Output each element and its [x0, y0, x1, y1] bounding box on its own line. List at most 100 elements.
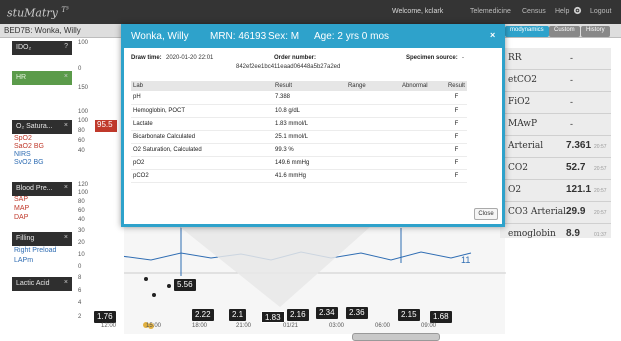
summary-row[interactable]: FiO2 - — [500, 92, 611, 114]
lab-results-table: Lab Result Range Abnormal Result pH 7.38… — [131, 81, 467, 183]
y-tick: 40 — [78, 148, 85, 154]
summary-row[interactable]: RR - — [500, 48, 611, 70]
summary-row[interactable]: O2 121.1 20:57 — [500, 180, 611, 202]
summary-row[interactable]: Arterial 7.361 20:57 — [500, 136, 611, 158]
summary-value: - — [570, 53, 573, 63]
summary-time: 01:37 — [594, 232, 607, 238]
modal-age: Age: 2 yrs 0 mos — [314, 31, 390, 42]
lab-range — [345, 143, 400, 157]
x-tick: 09:00 — [421, 323, 437, 329]
y-tick: 10 — [78, 252, 85, 258]
draw-time-label: Draw time: — [131, 55, 162, 61]
summary-row[interactable]: etCO2 - — [500, 70, 611, 92]
filling-panel[interactable]: Filling × — [12, 232, 72, 246]
lab-marker[interactable]: 2.16 — [287, 309, 309, 321]
y-tick: 2 — [78, 314, 82, 320]
close-icon[interactable]: × — [64, 184, 68, 191]
lab-range — [345, 104, 400, 118]
close-icon[interactable]: × — [64, 279, 68, 286]
summary-label: CO2 — [508, 163, 528, 173]
sub-dap: DAP — [14, 214, 29, 221]
help-icon[interactable]: ? — [64, 43, 68, 50]
o2sat-label: O₂ Satura... — [16, 123, 53, 130]
lab-marker[interactable]: 2.36 — [346, 307, 368, 319]
y-tick: 0 — [78, 66, 82, 72]
lab-marker[interactable]: 1.68 — [430, 311, 452, 323]
bp-panel[interactable]: Blood Pre... × — [12, 182, 72, 196]
summary-label: O2 — [508, 185, 522, 195]
lab-marker[interactable]: 2.34 — [316, 307, 338, 319]
lab-name: pCO2 — [131, 169, 273, 183]
summary-value: 52.7 — [566, 162, 586, 173]
specimen-source-value: - — [462, 55, 464, 61]
lab-abnormal — [399, 104, 446, 118]
order-number-value: 842ef2ee1bc411eaad06448a5b27a2ed — [236, 64, 341, 70]
lab-result-modal: Wonka, Willy MRN: 46193 Sex: M Age: 2 yr… — [121, 24, 505, 227]
y-tick: 6 — [78, 288, 82, 294]
summary-row[interactable]: CO3 Arterial 29.9 20:57 — [500, 202, 611, 224]
lab-result: 10.8 g/dL — [272, 104, 346, 118]
y-tick: 60 — [78, 138, 85, 144]
close-icon[interactable]: × — [64, 122, 68, 129]
summary-value: - — [570, 97, 573, 107]
y-tick: 100 — [78, 190, 89, 196]
hr-panel[interactable]: HR × — [12, 71, 72, 85]
summary-value: 29.9 — [566, 206, 586, 217]
o2sat-panel[interactable]: O₂ Satura... × — [12, 120, 72, 134]
lab-marker-selected[interactable]: 1.83 — [261, 311, 285, 323]
lab-abnormal — [399, 143, 446, 157]
lab-marker[interactable]: 2.22 — [192, 309, 214, 321]
summary-time: 20:57 — [594, 144, 607, 150]
y-tick: 150 — [78, 85, 89, 91]
y-tick: 100 — [78, 40, 89, 46]
table-row: Lactate 1.83 mmol/L F — [131, 117, 467, 131]
y-tick: 20 — [78, 240, 85, 246]
lab-name: pO2 — [131, 156, 273, 170]
table-row: Bicarbonate Calculated 25.1 mmol/L F — [131, 130, 467, 144]
summary-value: 7.361 — [566, 140, 592, 151]
lab-abnormal — [399, 169, 446, 183]
preload-inline-value: 11 — [461, 255, 471, 265]
lab-status: F — [445, 143, 467, 157]
close-icon[interactable]: × — [64, 73, 68, 80]
lab-marker[interactable]: 5.56 — [174, 279, 196, 291]
summary-value: - — [570, 75, 573, 85]
summary-row[interactable]: emoglobin 8.9 01:37 — [500, 224, 611, 238]
col-status: Result — [445, 81, 467, 91]
lab-name: Bicarbonate Calculated — [131, 130, 273, 144]
table-row: pCO2 41.6 mmHg F — [131, 169, 467, 183]
sub-right-preload: Right Preload — [14, 247, 57, 254]
table-row: O2 Saturation, Calculated 99.3 % F — [131, 143, 467, 157]
sub-lapm: LAPm — [14, 257, 34, 264]
y-tick: 30 — [78, 228, 85, 234]
summary-row[interactable]: MAwP - — [500, 114, 611, 136]
summary-label: etCO2 — [508, 75, 537, 85]
summary-value: - — [570, 119, 573, 129]
summary-row[interactable]: CO2 52.7 20:57 — [500, 158, 611, 180]
lab-marker[interactable]: 2.15 — [398, 309, 420, 321]
ido2-panel[interactable]: IDO₂? — [12, 41, 72, 55]
hr-label: HR — [16, 74, 27, 81]
lab-name: pH — [131, 91, 273, 105]
lab-range — [345, 91, 400, 105]
lab-name: Lactate — [131, 117, 273, 131]
specimen-source-label: Specimen source: — [406, 55, 458, 61]
lab-status: F — [445, 130, 467, 144]
y-tick: 60 — [78, 208, 85, 214]
lab-name: Hemoglobin, POCT — [131, 104, 273, 118]
x-tick: 03:00 — [329, 323, 345, 329]
close-icon[interactable]: × — [490, 30, 495, 40]
y-tick: 80 — [78, 128, 85, 134]
lab-marker[interactable]: 2.1 — [229, 309, 247, 321]
summary-label: MAwP — [508, 119, 538, 129]
lab-marker[interactable]: 1.76 — [94, 311, 116, 323]
table-row: Hemoglobin, POCT 10.8 g/dL F — [131, 104, 467, 118]
close-button[interactable]: Close — [474, 208, 498, 220]
close-icon[interactable]: × — [64, 234, 68, 241]
lab-status: F — [445, 117, 467, 131]
timeline-scroll-handle[interactable] — [352, 333, 440, 341]
lab-name: O2 Saturation, Calculated — [131, 143, 273, 157]
lab-result: 99.3 % — [272, 143, 346, 157]
right-summary-panel: RR - etCO2 - FiO2 - MAwP - Arterial 7.36… — [500, 48, 611, 238]
lactic-panel[interactable]: Lactic Acid × — [12, 277, 72, 291]
